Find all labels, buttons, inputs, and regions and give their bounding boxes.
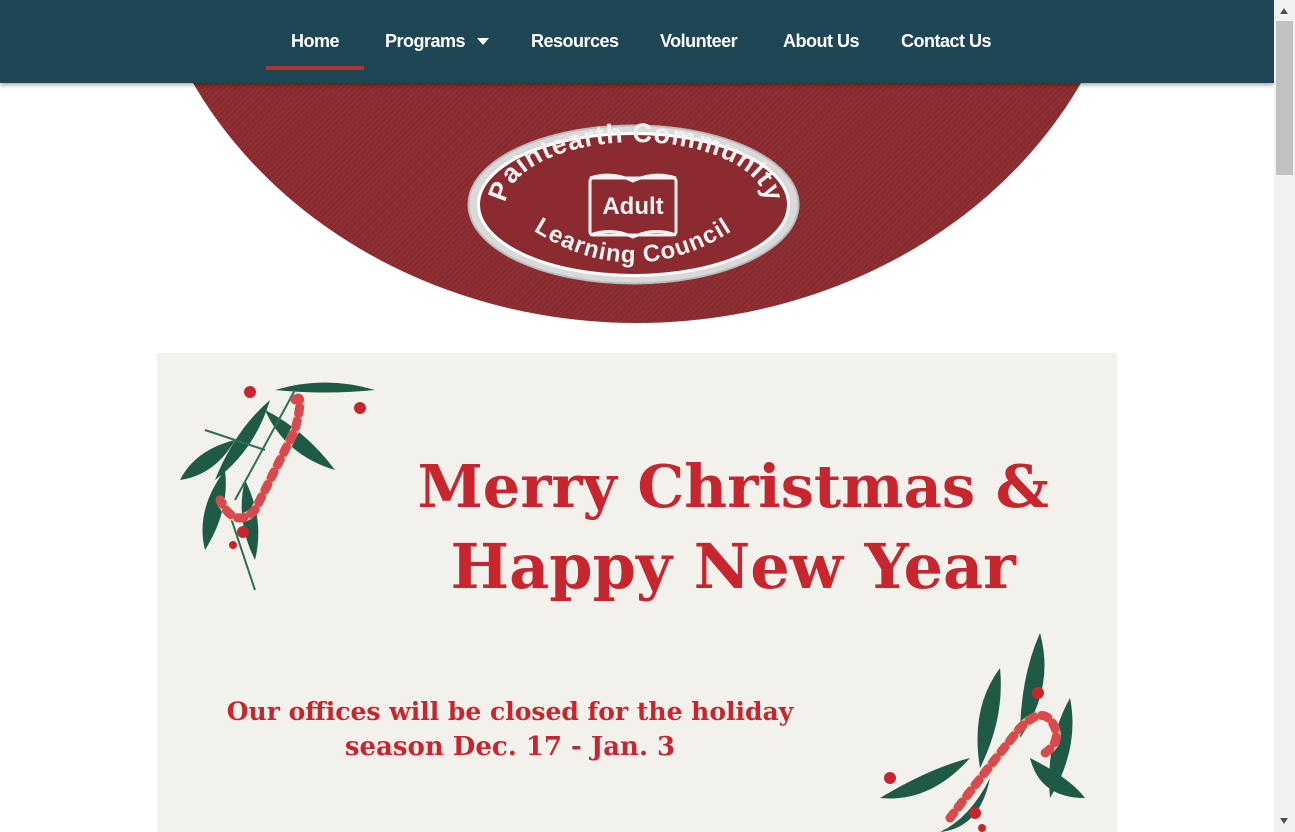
logo-center-text: Adult [602,193,663,220]
nav-item-resources[interactable]: Resources [531,0,619,83]
nav-item-volunteer[interactable]: Volunteer [660,0,738,83]
pine-branch-bottom-icon [880,633,1085,832]
nav-label-volunteer: Volunteer [660,31,738,51]
pine-branch-top-icon [180,382,375,591]
nav-label-about-us: About Us [783,31,860,51]
nav-label-resources: Resources [531,31,619,51]
nav-menu: Home Programs Resources Volunteer About … [0,0,1274,83]
active-indicator [266,66,365,70]
greeting-line-2: Happy New Year [450,530,1016,603]
greeting-line-1: Merry Christmas & [417,452,1049,521]
nav-item-about-us[interactable]: About Us [783,0,860,83]
nav-item-programs[interactable]: Programs [385,0,490,83]
chevron-down-icon[interactable] [477,38,490,45]
scroll-down-arrow-icon[interactable] [1280,818,1288,824]
site-logo[interactable]: Paintearth Community Learning Council Ad… [466,123,801,286]
closure-notice-line-2: season Dec. 17 - Jan. 3 [344,732,676,762]
nav-item-home[interactable]: Home [266,0,365,83]
vertical-scrollbar[interactable] [1274,0,1295,832]
scroll-up-arrow-icon[interactable] [1280,8,1288,14]
nav-label-home: Home [291,31,340,51]
closure-notice-line-1: Our offices will be closed for the holid… [226,697,794,726]
nav-label-contact-us: Contact Us [901,31,992,51]
nav-item-contact-us[interactable]: Contact Us [901,0,992,83]
nav-label-programs: Programs [385,31,466,51]
main-navigation: Home Programs Resources Volunteer About … [0,0,1274,83]
scroll-thumb[interactable] [1276,21,1293,175]
